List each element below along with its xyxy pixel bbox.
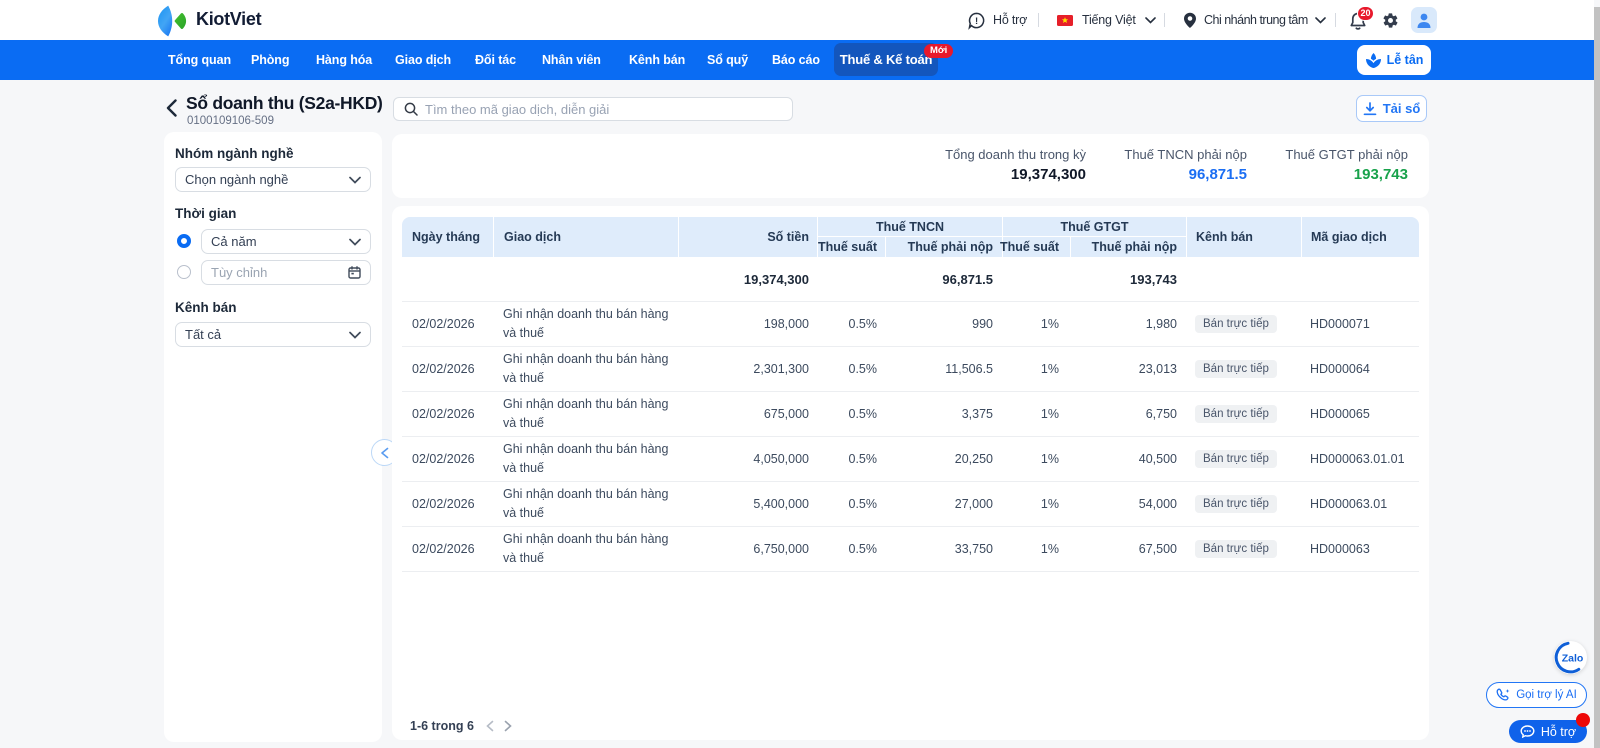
svg-text:!: !	[975, 15, 978, 26]
svg-text:Zalo: Zalo	[1562, 653, 1584, 665]
